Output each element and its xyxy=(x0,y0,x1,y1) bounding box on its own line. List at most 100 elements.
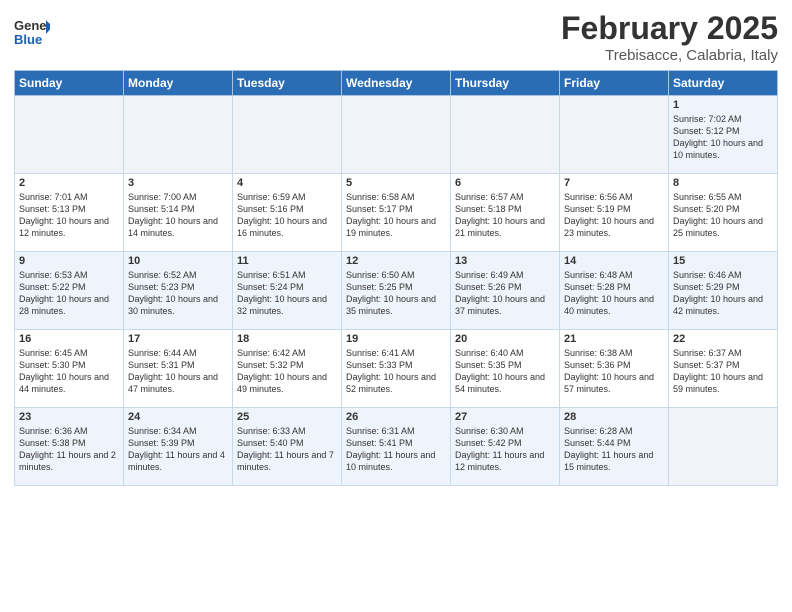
calendar-cell: 11Sunrise: 6:51 AM Sunset: 5:24 PM Dayli… xyxy=(233,252,342,330)
calendar-cell: 26 Sunrise: 6:31 AM Sunset: 5:41 PM Dayli… xyxy=(342,408,451,486)
calendar-cell: 7 Sunrise: 6:56 AM Sunset: 5:19 PM Daylig… xyxy=(560,174,669,252)
col-tuesday: Tuesday xyxy=(233,71,342,96)
day-info: Sunrise: 6:49 AM Sunset: 5:26 PM Dayligh… xyxy=(455,269,555,318)
calendar-cell: 13 Sunrise: 6:49 AM Sunset: 5:26 PM Dayli… xyxy=(451,252,560,330)
day-info: Sunrise: 6:52 AM Sunset: 5:23 PM Dayligh… xyxy=(128,269,228,318)
calendar-week-3: 9 Sunrise: 6:53 AM Sunset: 5:22 PM Daylig… xyxy=(15,252,778,330)
day-number: 17 xyxy=(128,333,228,345)
calendar-cell: 10 Sunrise: 6:52 AM Sunset: 5:23 PM Dayli… xyxy=(124,252,233,330)
day-number: 13 xyxy=(455,255,555,267)
day-info: Sunrise: 6:45 AM Sunset: 5:30 PM Dayligh… xyxy=(19,347,119,396)
day-info: Sunrise: 6:58 AM Sunset: 5:17 PM Dayligh… xyxy=(346,191,446,240)
day-number: 22 xyxy=(673,333,773,345)
svg-text:General: General xyxy=(14,18,50,33)
calendar-cell: 25 Sunrise: 6:33 AM Sunset: 5:40 PM Dayli… xyxy=(233,408,342,486)
col-friday: Friday xyxy=(560,71,669,96)
day-number: 10 xyxy=(128,255,228,267)
day-info: Sunrise: 6:33 AM Sunset: 5:40 PM Dayligh… xyxy=(237,425,337,474)
day-info: Sunrise: 7:01 AM Sunset: 5:13 PM Dayligh… xyxy=(19,191,119,240)
day-number: 11 xyxy=(237,255,337,267)
day-number: 18 xyxy=(237,333,337,345)
title-block: February 2025 Trebisacce, Calabria, Ital… xyxy=(561,10,778,64)
col-thursday: Thursday xyxy=(451,71,560,96)
col-monday: Monday xyxy=(124,71,233,96)
calendar-cell: 24Sunrise: 6:34 AM Sunset: 5:39 PM Dayli… xyxy=(124,408,233,486)
day-number: 14 xyxy=(564,255,664,267)
calendar-cell: 18 Sunrise: 6:42 AM Sunset: 5:32 PM Dayli… xyxy=(233,330,342,408)
day-info: Sunrise: 6:46 AM Sunset: 5:29 PM Dayligh… xyxy=(673,269,773,318)
calendar-cell: 3Sunrise: 7:00 AM Sunset: 5:14 PM Daylig… xyxy=(124,174,233,252)
day-number: 6 xyxy=(455,177,555,189)
calendar-cell: 8Sunrise: 6:55 AM Sunset: 5:20 PM Daylig… xyxy=(669,174,778,252)
day-info: Sunrise: 6:57 AM Sunset: 5:18 PM Dayligh… xyxy=(455,191,555,240)
calendar-cell: 12 Sunrise: 6:50 AM Sunset: 5:25 PM Dayli… xyxy=(342,252,451,330)
calendar-body: 1 Sunrise: 7:02 AM Sunset: 5:12 PM Daylig… xyxy=(15,96,778,486)
day-info: Sunrise: 6:31 AM Sunset: 5:41 PM Dayligh… xyxy=(346,425,446,474)
header-row: Sunday Monday Tuesday Wednesday Thursday… xyxy=(15,71,778,96)
location: Trebisacce, Calabria, Italy xyxy=(561,47,778,64)
day-info: Sunrise: 7:02 AM Sunset: 5:12 PM Dayligh… xyxy=(673,113,773,162)
calendar-cell: 1 Sunrise: 7:02 AM Sunset: 5:12 PM Daylig… xyxy=(669,96,778,174)
day-number: 9 xyxy=(19,255,119,267)
calendar-cell: 5 Sunrise: 6:58 AM Sunset: 5:17 PM Daylig… xyxy=(342,174,451,252)
calendar-cell xyxy=(124,96,233,174)
calendar-week-2: 2 Sunrise: 7:01 AM Sunset: 5:13 PM Daylig… xyxy=(15,174,778,252)
day-info: Sunrise: 6:59 AM Sunset: 5:16 PM Dayligh… xyxy=(237,191,337,240)
calendar-cell xyxy=(669,408,778,486)
day-number: 28 xyxy=(564,411,664,423)
calendar-cell xyxy=(560,96,669,174)
calendar-week-1: 1 Sunrise: 7:02 AM Sunset: 5:12 PM Daylig… xyxy=(15,96,778,174)
calendar-cell: 27Sunrise: 6:30 AM Sunset: 5:42 PM Dayli… xyxy=(451,408,560,486)
day-number: 27 xyxy=(455,411,555,423)
day-number: 12 xyxy=(346,255,446,267)
col-wednesday: Wednesday xyxy=(342,71,451,96)
day-info: Sunrise: 6:41 AM Sunset: 5:33 PM Dayligh… xyxy=(346,347,446,396)
day-number: 25 xyxy=(237,411,337,423)
calendar-cell: 19Sunrise: 6:41 AM Sunset: 5:33 PM Dayli… xyxy=(342,330,451,408)
day-number: 4 xyxy=(237,177,337,189)
svg-text:Blue: Blue xyxy=(14,32,42,47)
day-info: Sunrise: 6:44 AM Sunset: 5:31 PM Dayligh… xyxy=(128,347,228,396)
day-number: 26 xyxy=(346,411,446,423)
calendar-cell xyxy=(233,96,342,174)
calendar-cell: 22Sunrise: 6:37 AM Sunset: 5:37 PM Dayli… xyxy=(669,330,778,408)
logo-icon: General Blue xyxy=(14,14,50,50)
day-info: Sunrise: 6:34 AM Sunset: 5:39 PM Dayligh… xyxy=(128,425,228,474)
calendar-cell xyxy=(15,96,124,174)
calendar-cell: 15 Sunrise: 6:46 AM Sunset: 5:29 PM Dayli… xyxy=(669,252,778,330)
calendar-table: Sunday Monday Tuesday Wednesday Thursday… xyxy=(14,70,778,486)
day-info: Sunrise: 6:56 AM Sunset: 5:19 PM Dayligh… xyxy=(564,191,664,240)
month-title: February 2025 xyxy=(561,10,778,47)
day-info: Sunrise: 6:38 AM Sunset: 5:36 PM Dayligh… xyxy=(564,347,664,396)
day-number: 23 xyxy=(19,411,119,423)
day-info: Sunrise: 6:42 AM Sunset: 5:32 PM Dayligh… xyxy=(237,347,337,396)
day-number: 2 xyxy=(19,177,119,189)
calendar-cell: 20 Sunrise: 6:40 AM Sunset: 5:35 PM Dayli… xyxy=(451,330,560,408)
calendar-cell: 9 Sunrise: 6:53 AM Sunset: 5:22 PM Daylig… xyxy=(15,252,124,330)
day-number: 5 xyxy=(346,177,446,189)
day-number: 21 xyxy=(564,333,664,345)
day-info: Sunrise: 6:40 AM Sunset: 5:35 PM Dayligh… xyxy=(455,347,555,396)
calendar-cell: 6 Sunrise: 6:57 AM Sunset: 5:18 PM Daylig… xyxy=(451,174,560,252)
day-number: 3 xyxy=(128,177,228,189)
calendar-cell: 17 Sunrise: 6:44 AM Sunset: 5:31 PM Dayli… xyxy=(124,330,233,408)
header: General Blue February 2025 Trebisacce, C… xyxy=(14,10,778,64)
calendar-week-4: 16Sunrise: 6:45 AM Sunset: 5:30 PM Dayli… xyxy=(15,330,778,408)
page-container: General Blue February 2025 Trebisacce, C… xyxy=(0,0,792,496)
day-info: Sunrise: 6:53 AM Sunset: 5:22 PM Dayligh… xyxy=(19,269,119,318)
day-number: 20 xyxy=(455,333,555,345)
calendar-week-5: 23 Sunrise: 6:36 AM Sunset: 5:38 PM Dayli… xyxy=(15,408,778,486)
day-number: 1 xyxy=(673,99,773,111)
calendar-cell xyxy=(342,96,451,174)
col-sunday: Sunday xyxy=(15,71,124,96)
day-info: Sunrise: 6:28 AM Sunset: 5:44 PM Dayligh… xyxy=(564,425,664,474)
calendar-cell: 16Sunrise: 6:45 AM Sunset: 5:30 PM Dayli… xyxy=(15,330,124,408)
day-number: 7 xyxy=(564,177,664,189)
day-info: Sunrise: 6:50 AM Sunset: 5:25 PM Dayligh… xyxy=(346,269,446,318)
col-saturday: Saturday xyxy=(669,71,778,96)
day-info: Sunrise: 6:36 AM Sunset: 5:38 PM Dayligh… xyxy=(19,425,119,474)
calendar-cell: 4 Sunrise: 6:59 AM Sunset: 5:16 PM Daylig… xyxy=(233,174,342,252)
calendar-cell: 23 Sunrise: 6:36 AM Sunset: 5:38 PM Dayli… xyxy=(15,408,124,486)
day-number: 15 xyxy=(673,255,773,267)
calendar-cell: 28 Sunrise: 6:28 AM Sunset: 5:44 PM Dayli… xyxy=(560,408,669,486)
